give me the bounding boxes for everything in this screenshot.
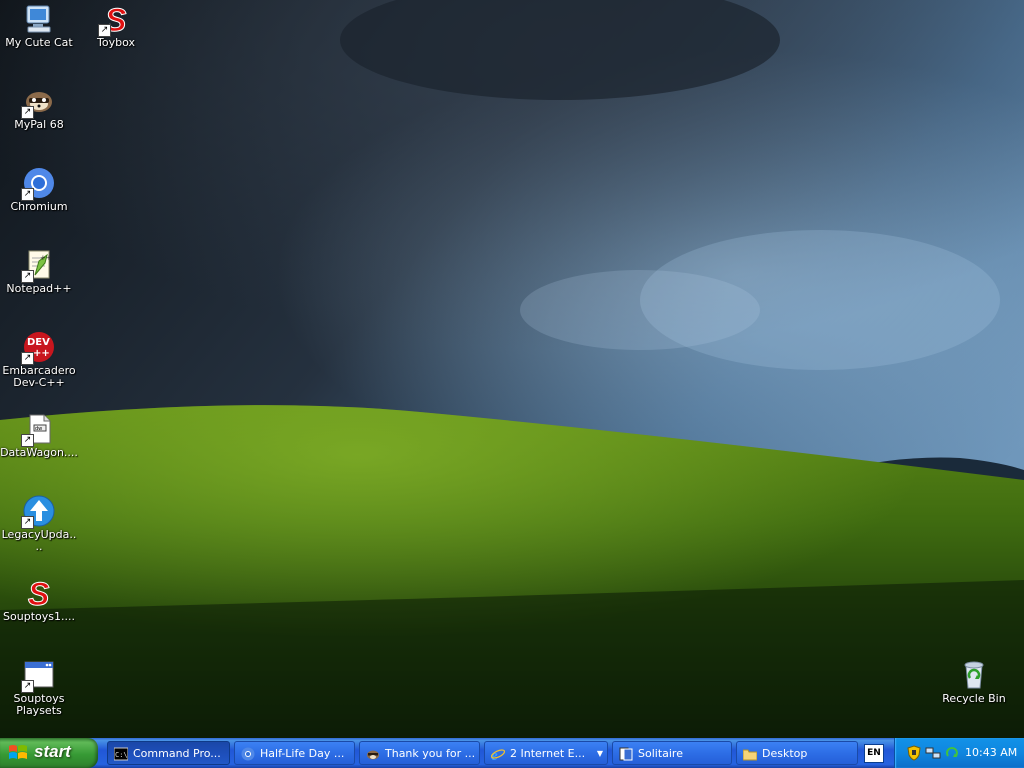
desktop-icon-notepad-plus[interactable]: ++ ↗ Notepad++ <box>0 249 78 295</box>
task-label: Half-Life Day ... <box>260 747 345 760</box>
notepad-plus-icon: ++ ↗ <box>21 249 55 283</box>
icon-label: Toybox <box>97 36 135 49</box>
task-label: Desktop <box>762 747 808 760</box>
start-button[interactable]: start <box>0 738 98 768</box>
raccoon-icon <box>367 750 379 760</box>
icon-label: DataWagon.... <box>0 446 78 459</box>
icon-label: My Cute Cat <box>5 36 73 49</box>
taskbar-button-command-prompt[interactable]: C:\ Command Pro... <box>107 741 230 765</box>
cards-icon <box>619 747 633 761</box>
desktop-icon-devcpp[interactable]: DEV ++ ↗ Embarcadero Dev-C++ <box>0 331 78 389</box>
svg-text:S: S <box>28 577 50 609</box>
recycle-bin-icon <box>958 659 990 691</box>
raccoon-icon: ↗ <box>21 85 55 119</box>
shortcut-arrow-icon: ↗ <box>21 434 34 447</box>
chromium-icon <box>241 747 255 761</box>
desktop[interactable]: My Cute Cat S ↗ Toybox ↗ MyPal 68 ↗ Chro… <box>0 0 1024 738</box>
svg-text:DEV: DEV <box>27 337 50 348</box>
shortcut-arrow-icon: ↗ <box>98 24 111 37</box>
icon-label: Chromium <box>10 200 68 213</box>
desktop-icon-toybox[interactable]: S ↗ Toybox <box>77 2 155 49</box>
recycle-tray-icon[interactable] <box>945 746 959 760</box>
task-label: 2 Internet E... <box>510 747 586 760</box>
wallpaper <box>0 0 1024 738</box>
group-dropdown-icon: ▼ <box>596 749 603 758</box>
shortcut-arrow-icon: ↗ <box>21 270 34 283</box>
taskbar: start C:\ Command Pro... Half-Life Day .… <box>0 738 1024 768</box>
desktop-icon-souptoys-playsets[interactable]: ↗ Souptoys Playsets <box>0 659 78 717</box>
soup-s-icon: S ↗ <box>98 2 132 39</box>
system-tray: 10:43 AM <box>894 738 1024 768</box>
icon-label: Notepad++ <box>6 282 72 295</box>
taskbar-button-thank-you[interactable]: Thank you for ... <box>359 741 480 765</box>
desktop-icon-mypal[interactable]: ↗ MyPal 68 <box>0 85 78 131</box>
desktop-icon-legacyupdate[interactable]: ↗ LegacyUpda.... <box>0 495 78 553</box>
shortcut-arrow-icon: ↗ <box>21 188 34 201</box>
icon-label: LegacyUpda.... <box>1 528 77 553</box>
desktop-icon-chromium[interactable]: ↗ Chromium <box>0 167 78 213</box>
folder-icon <box>743 749 757 761</box>
shortcut-arrow-icon: ↗ <box>21 516 34 529</box>
security-shield-icon[interactable] <box>907 745 921 761</box>
shortcut-arrow-icon: ↗ <box>21 106 34 119</box>
svg-text:dw: dw <box>35 426 42 432</box>
icon-label: Souptoys Playsets <box>13 692 65 717</box>
taskbar-button-desktop[interactable]: Desktop <box>736 741 858 765</box>
update-arrow-icon: ↗ <box>21 495 55 529</box>
clock[interactable]: 10:43 AM <box>965 738 1017 768</box>
icon-label: Souptoys1.... <box>3 610 75 623</box>
taskbar-button-solitaire[interactable]: Solitaire <box>612 741 732 765</box>
icon-label: Recycle Bin <box>942 692 1006 705</box>
internet-explorer-icon: e <box>491 748 505 761</box>
language-indicator[interactable]: EN <box>864 744 884 763</box>
task-label: Command Pro... <box>133 747 221 760</box>
desktop-icon-datawagon[interactable]: dw ↗ DataWagon.... <box>0 413 78 459</box>
task-label: Solitaire <box>638 747 683 760</box>
network-icon[interactable] <box>925 746 941 760</box>
desktop-icon-my-cute-cat[interactable]: My Cute Cat <box>0 3 78 49</box>
desktop-icon-recycle-bin[interactable]: Recycle Bin <box>935 659 1013 705</box>
svg-text:C:\: C:\ <box>115 751 128 759</box>
task-label: Thank you for ... <box>385 747 476 760</box>
start-label: start <box>34 742 71 761</box>
icon-label: Embarcadero Dev-C++ <box>2 364 76 389</box>
console-icon: C:\ <box>114 747 128 761</box>
desktop-icon-souptoys[interactable]: S Souptoys1.... <box>0 576 78 623</box>
icon-label: MyPal 68 <box>14 118 64 131</box>
windows-flag-icon <box>9 745 27 759</box>
soup-s-icon: S <box>23 576 55 613</box>
shortcut-arrow-icon: ↗ <box>21 352 34 365</box>
devcpp-icon: DEV ++ ↗ <box>21 331 55 365</box>
window-icon: ↗ <box>21 659 55 693</box>
my-computer-icon <box>23 3 55 35</box>
svg-text:++: ++ <box>40 254 52 262</box>
taskbar-button-half-life[interactable]: Half-Life Day ... <box>234 741 355 765</box>
document-icon: dw ↗ <box>21 413 55 447</box>
chromium-icon: ↗ <box>21 167 55 201</box>
svg-text:++: ++ <box>33 348 50 359</box>
shortcut-arrow-icon: ↗ <box>21 680 34 693</box>
taskbar-button-internet-explorer[interactable]: e 2 Internet E... ▼ <box>484 741 608 765</box>
